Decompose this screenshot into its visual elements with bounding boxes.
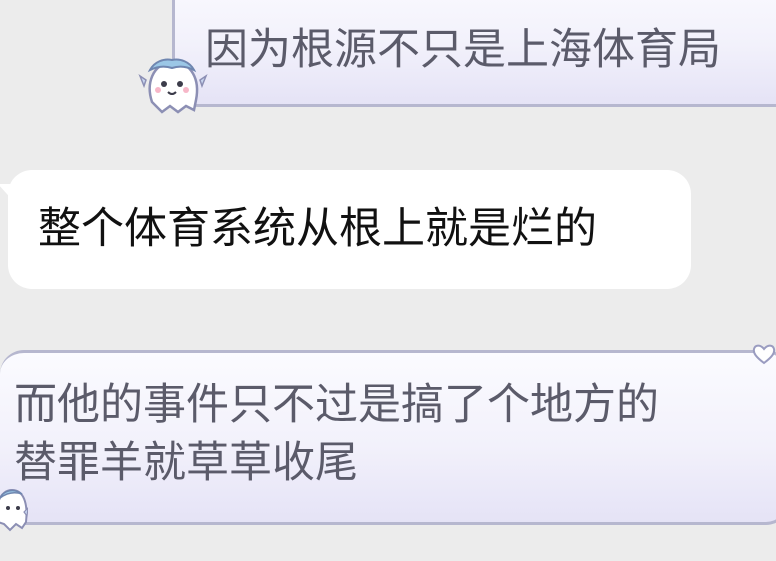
bubble-tail	[0, 184, 16, 204]
message-bubble-2[interactable]: 整个体育系统从根上就是烂的	[0, 170, 691, 289]
message-text: 整个体育系统从根上就是烂的	[38, 204, 597, 254]
message-bubble-1[interactable]: 因为根源不只是上海体育局	[172, 0, 776, 107]
message-text-line-1: 而他的事件只不过是搞了个地方的	[14, 380, 659, 430]
message-bubble-3[interactable]: 而他的事件只不过是搞了个地方的 替罪羊就草草收尾	[0, 350, 776, 525]
ghost-mascot-icon	[0, 488, 28, 532]
ghost-mascot-icon	[138, 58, 208, 114]
message-text-line-2: 替罪羊就草草收尾	[14, 438, 358, 488]
heart-icon	[752, 344, 776, 365]
message-text: 因为根源不只是上海体育局	[205, 25, 721, 75]
